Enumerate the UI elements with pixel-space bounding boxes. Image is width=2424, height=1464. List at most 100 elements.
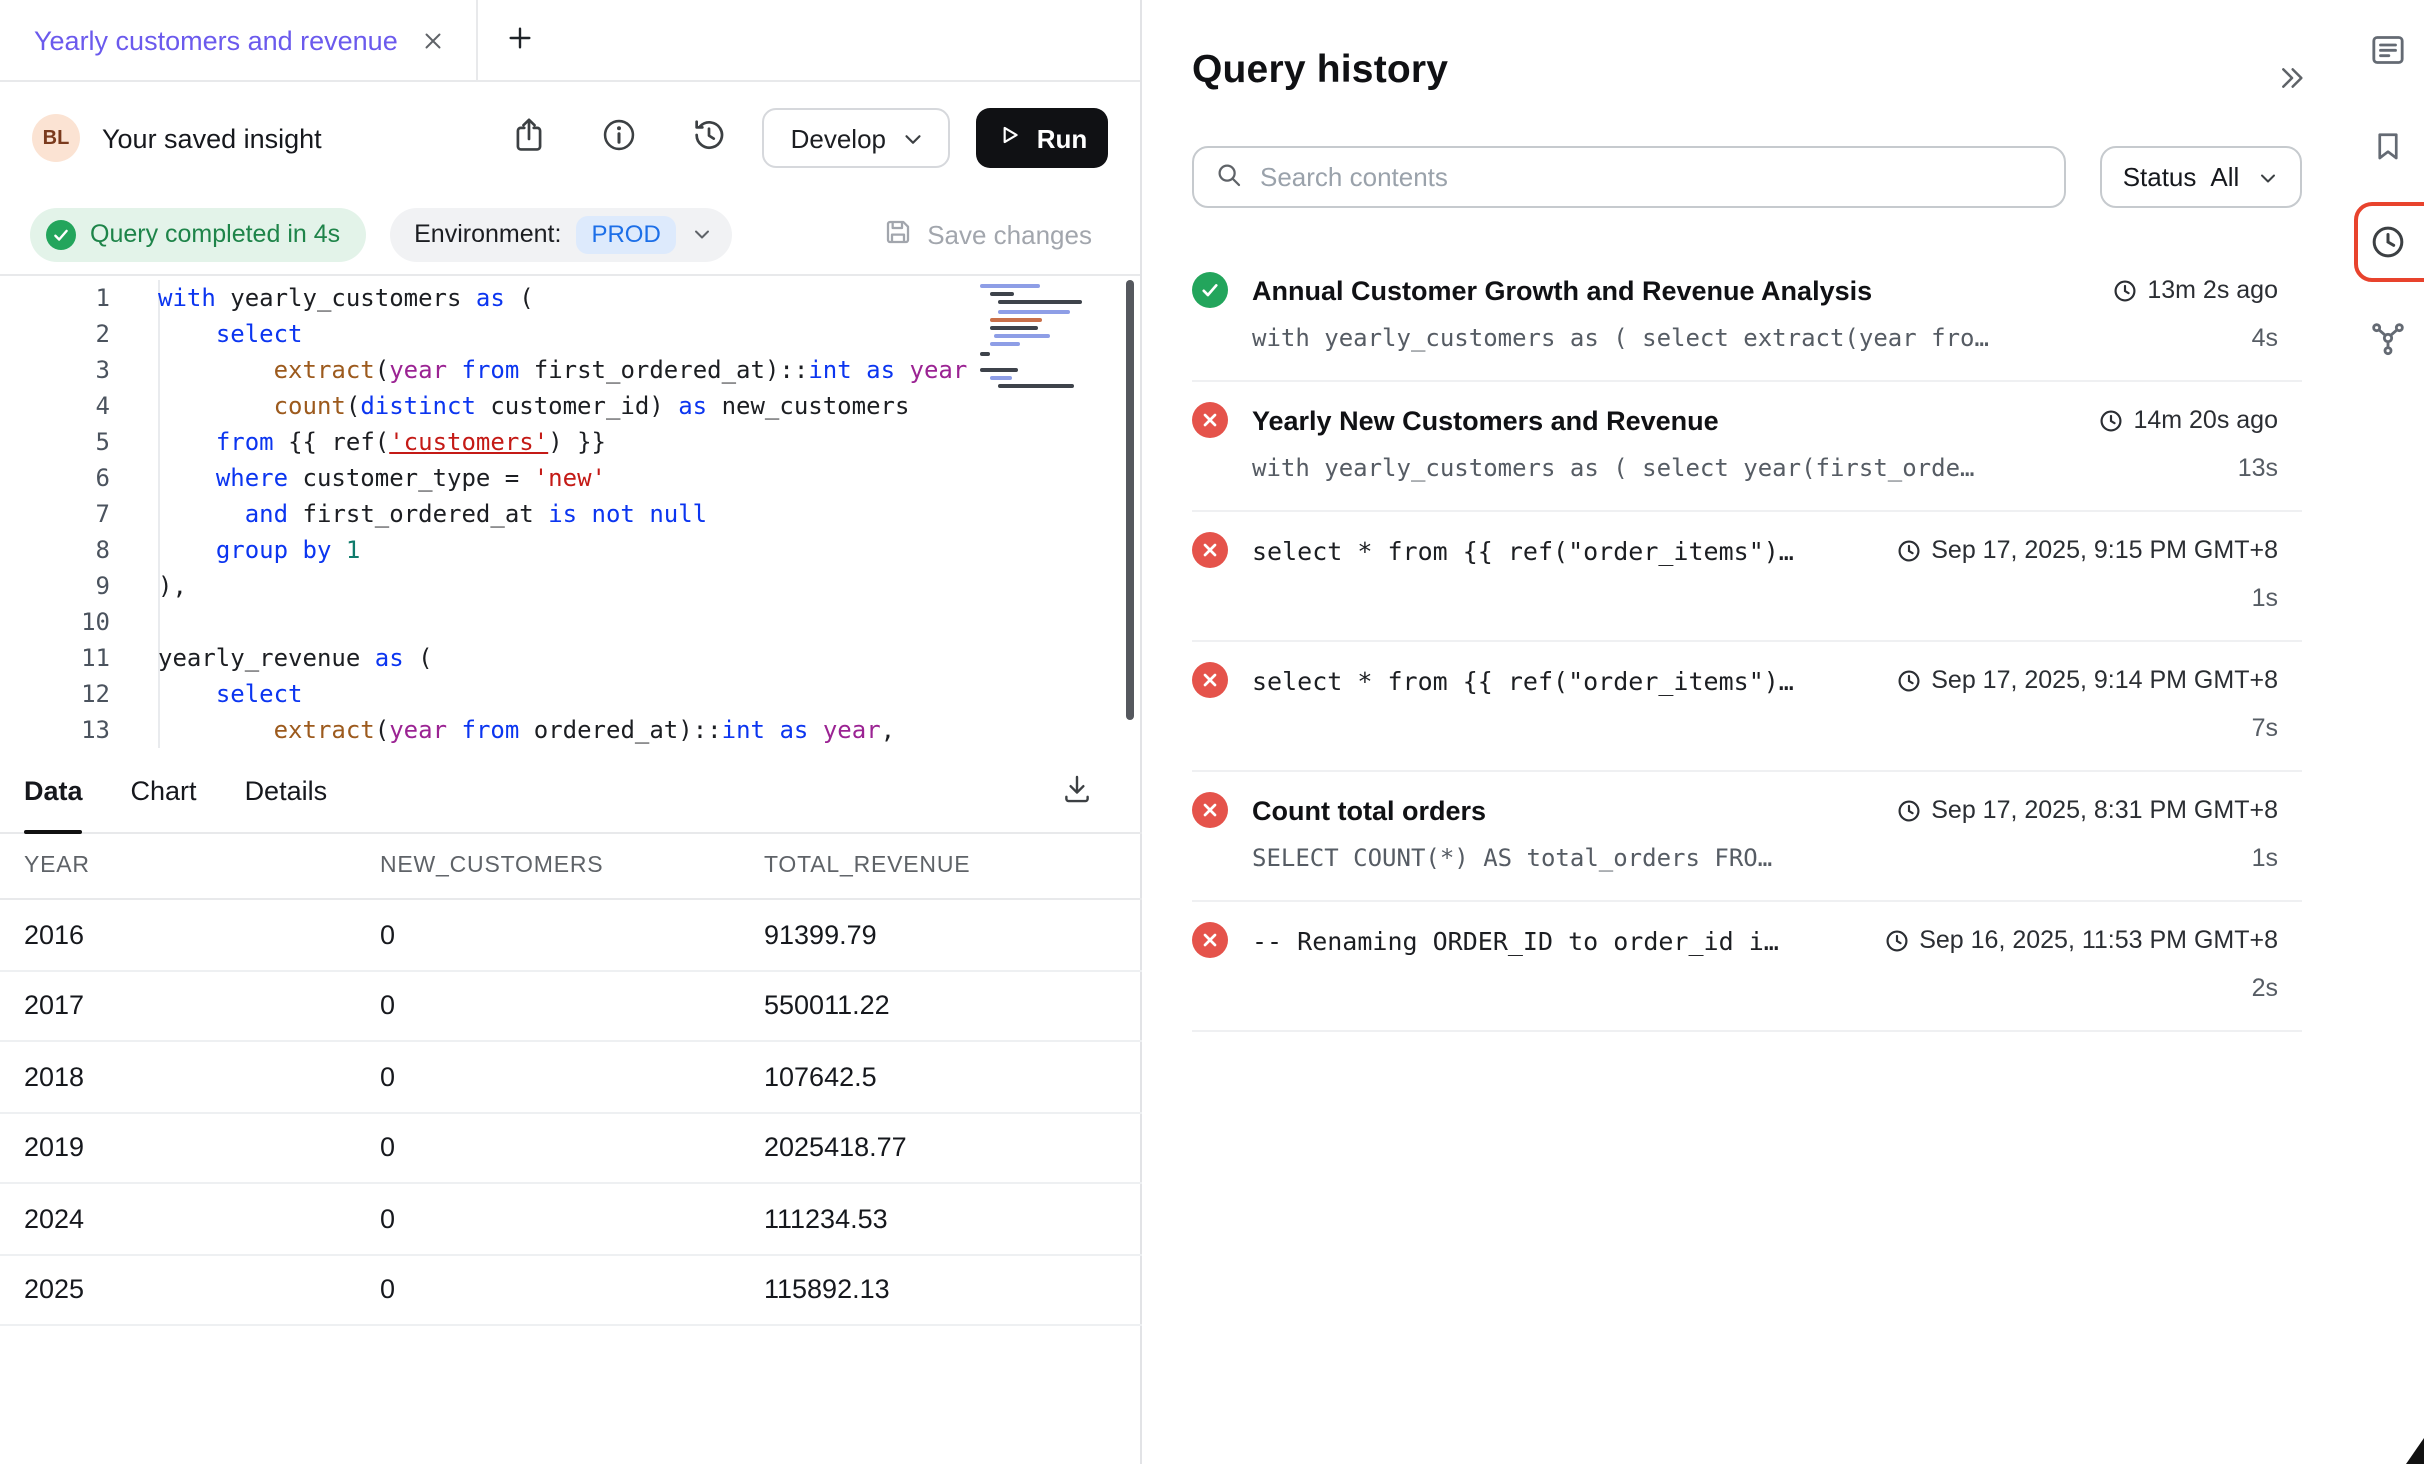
- run-label: Run: [1037, 123, 1088, 153]
- line-number: 13: [0, 712, 110, 748]
- table-row[interactable]: 20170550011.22: [0, 971, 1142, 1042]
- line-number: 5: [0, 424, 110, 460]
- column-header: NEW_CUSTOMERS: [380, 854, 764, 878]
- search-box[interactable]: [1192, 146, 2066, 208]
- code-line: extract(year from ordered_at)::int as ye…: [158, 712, 967, 748]
- run-button[interactable]: Run: [976, 108, 1108, 168]
- code-line: with yearly_customers as (: [158, 280, 967, 316]
- status-filter-label: Status: [2123, 162, 2197, 192]
- results-panel: Data Chart Details YEARNEW_CUSTOMERSTOTAL_…: [0, 750, 1142, 1464]
- close-icon[interactable]: [420, 27, 446, 53]
- table-cell: 2025: [0, 1275, 380, 1305]
- worksheets-button[interactable]: [2352, 12, 2424, 92]
- line-number: 3: [0, 352, 110, 388]
- download-button[interactable]: [1060, 771, 1094, 811]
- tab-details[interactable]: Details: [245, 750, 328, 832]
- tab-chart[interactable]: Chart: [131, 750, 197, 832]
- version-history-button[interactable]: [691, 116, 729, 160]
- table-row[interactable]: 20250115892.13: [0, 1255, 1142, 1326]
- table-row[interactable]: 2016091399.79: [0, 900, 1142, 971]
- info-button[interactable]: [601, 116, 639, 160]
- table-cell: 550011.22: [764, 991, 1142, 1021]
- collapse-panel-button[interactable]: [2276, 62, 2308, 100]
- history-item[interactable]: select * from {{ ref("order_items")…Sep …: [1192, 642, 2302, 772]
- search-input[interactable]: [1260, 162, 2044, 192]
- share-icon: [511, 116, 549, 160]
- history-item[interactable]: select * from {{ ref("order_items")…Sep …: [1192, 512, 2302, 642]
- new-tab-button[interactable]: [504, 21, 536, 59]
- develop-dropdown[interactable]: Develop: [763, 108, 950, 168]
- table-cell: 115892.13: [764, 1275, 1142, 1305]
- table-cell: 0: [380, 991, 764, 1021]
- line-number: 4: [0, 388, 110, 424]
- environment-dropdown[interactable]: Environment: PROD: [390, 207, 733, 261]
- download-icon: [1060, 771, 1094, 811]
- ref-link[interactable]: 'customers': [389, 428, 548, 456]
- save-changes-button[interactable]: Save changes: [881, 215, 1092, 253]
- avatar: BL: [32, 114, 80, 162]
- develop-label: Develop: [791, 123, 886, 153]
- code-line: yearly_revenue as (: [158, 640, 967, 676]
- line-number: 11: [0, 640, 110, 676]
- success-icon: [1192, 272, 1228, 308]
- chevron-down-icon: [691, 222, 715, 246]
- history-item[interactable]: Count total ordersSep 17, 2025, 8:31 PM …: [1192, 772, 2302, 902]
- table-row[interactable]: 20180107642.5: [0, 1042, 1142, 1113]
- clock-icon: [2368, 221, 2408, 267]
- history-item-title: Annual Customer Growth and Revenue Analy…: [1252, 275, 1872, 305]
- history-list: Annual Customer Growth and Revenue Analy…: [1192, 252, 2302, 1032]
- editor-scrollbar[interactable]: [1126, 280, 1134, 720]
- history-item-duration: 1s: [2252, 583, 2278, 611]
- history-item[interactable]: Yearly New Customers and Revenue14m 20s …: [1192, 382, 2302, 512]
- table-cell: 0: [380, 1204, 764, 1234]
- play-icon: [997, 122, 1023, 154]
- line-number: 2: [0, 316, 110, 352]
- header-actions: [511, 116, 729, 160]
- history-item-title: select * from {{ ref("order_items")…: [1252, 665, 1794, 695]
- lineage-button[interactable]: [2352, 300, 2424, 380]
- status-filter-value: All: [2210, 162, 2239, 192]
- search-icon: [1214, 159, 1244, 195]
- column-header: YEAR: [0, 854, 380, 878]
- table-cell: 0: [380, 1133, 764, 1163]
- history-item[interactable]: Annual Customer Growth and Revenue Analy…: [1192, 252, 2302, 382]
- sql-editor[interactable]: 12345678910111213 with yearly_customers …: [0, 274, 1140, 750]
- tab-data[interactable]: Data: [24, 750, 83, 832]
- table-row[interactable]: 201902025418.77: [0, 1113, 1142, 1184]
- share-button[interactable]: [511, 116, 549, 160]
- history-clock-icon: [691, 116, 729, 160]
- history-item-duration: 2s: [2252, 973, 2278, 1001]
- bookmark-icon: [2370, 127, 2406, 169]
- code-line: select: [158, 676, 967, 712]
- table-cell: 111234.53: [764, 1204, 1142, 1234]
- insight-header: BL Your saved insight: [0, 82, 1140, 194]
- table-row[interactable]: 20240111234.53: [0, 1184, 1142, 1255]
- history-item-duration: 4s: [2252, 323, 2278, 351]
- clock-icon: [1895, 797, 1921, 823]
- line-number: 9: [0, 568, 110, 604]
- save-changes-label: Save changes: [927, 219, 1092, 249]
- column-header: TOTAL_REVENUE: [764, 854, 1142, 878]
- list-panel-icon: [2368, 29, 2408, 75]
- editor-minimap[interactable]: [980, 284, 1092, 389]
- save-icon: [881, 215, 913, 253]
- history-item-title: Count total orders: [1252, 795, 1486, 825]
- history-item-title: Yearly New Customers and Revenue: [1252, 405, 1719, 435]
- editor-code: with yearly_customers as ( select extrac…: [132, 280, 967, 750]
- results-tbody: 2016091399.7920170550011.2220180107642.5…: [0, 900, 1142, 1326]
- history-item-snippet: with yearly_customers as ( select year(f…: [1252, 453, 1974, 481]
- clock-icon: [2111, 277, 2137, 303]
- history-item-snippet: with yearly_customers as ( select extrac…: [1252, 323, 1989, 351]
- line-number: 10: [0, 604, 110, 640]
- tab-yearly-customers-and-revenue[interactable]: Yearly customers and revenue: [0, 0, 478, 80]
- query-history-button[interactable]: [2352, 204, 2424, 284]
- history-item[interactable]: -- Renaming ORDER_ID to order_id i…Sep 1…: [1192, 902, 2302, 1032]
- history-item-snippet: SELECT COUNT(*) AS total_orders FRO…: [1252, 843, 1772, 871]
- status-filter-dropdown[interactable]: Status All: [2100, 146, 2302, 208]
- query-status-text: Query completed in 4s: [90, 220, 340, 248]
- code-line: and first_ordered_at is not null: [158, 496, 967, 532]
- bookmarks-button[interactable]: [2352, 108, 2424, 188]
- line-number: 7: [0, 496, 110, 532]
- results-header: YEARNEW_CUSTOMERSTOTAL_REVENUE: [0, 834, 1142, 900]
- chevron-down-icon: [900, 125, 926, 151]
